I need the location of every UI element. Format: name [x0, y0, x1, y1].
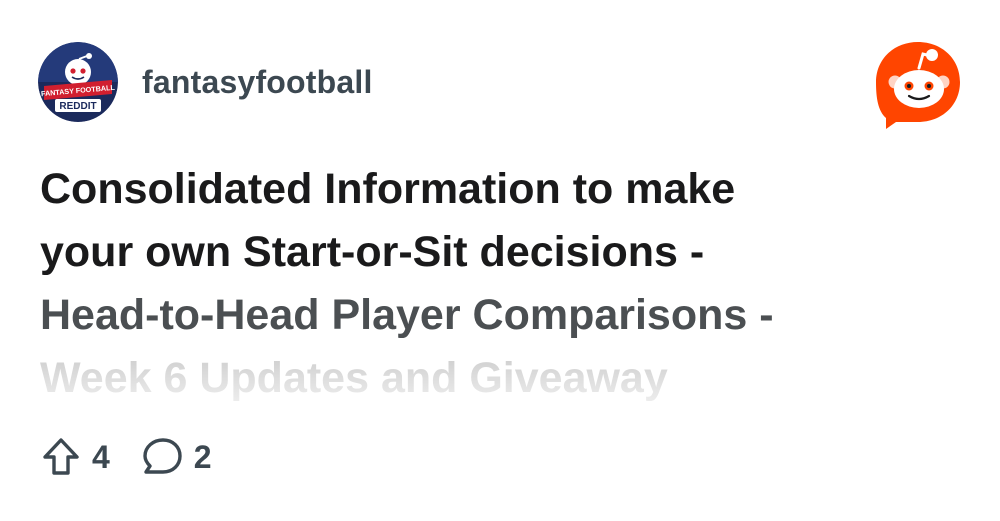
- avatar-badge-line2: REDDIT: [59, 101, 96, 112]
- comments-button[interactable]: 2: [140, 436, 212, 478]
- upvote-count: 4: [92, 438, 110, 475]
- post-stats: 4 2: [40, 436, 242, 478]
- post-title[interactable]: Consolidated Information to make your ow…: [40, 158, 940, 410]
- subreddit-avatar[interactable]: FANTASY FOOTBALL REDDIT: [38, 42, 118, 122]
- comment-count: 2: [193, 438, 212, 475]
- upvote-button[interactable]: 4: [40, 436, 110, 478]
- post-title-line-faded: Week 6 Updates and Giveaway: [40, 347, 940, 410]
- post-title-line: your own Start-or-Sit decisions -: [40, 228, 705, 276]
- post-title-line: Consolidated Information to make: [40, 165, 736, 213]
- post-title-line: Head-to-Head Player Comparisons -: [40, 291, 774, 339]
- reddit-snoo-logo[interactable]: [872, 38, 966, 130]
- upvote-arrow-icon: [43, 438, 79, 475]
- reddit-snoo-icon: [876, 42, 960, 129]
- subreddit-name[interactable]: fantasyfootball: [142, 64, 373, 101]
- fantasy-football-reddit-logo: FANTASY FOOTBALL REDDIT: [38, 42, 118, 122]
- post-header: FANTASY FOOTBALL REDDIT fantasyfootball: [38, 42, 373, 122]
- post-card[interactable]: FANTASY FOOTBALL REDDIT fantasyfootball …: [0, 0, 1000, 521]
- comment-bubble-icon: [143, 438, 182, 474]
